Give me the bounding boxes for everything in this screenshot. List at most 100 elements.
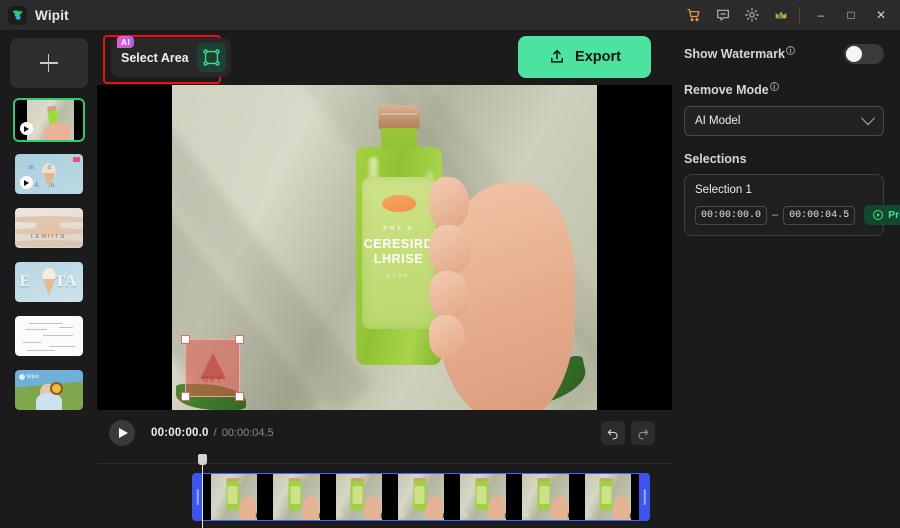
thumbnail-6-watermark: Wipit bbox=[18, 374, 39, 380]
remove-mode-label: Remove Mode bbox=[684, 83, 769, 97]
timeline-frame[interactable]: 01 bbox=[203, 474, 266, 520]
timeline-frame[interactable]: 03 bbox=[327, 474, 390, 520]
remove-mode-info-icon[interactable]: i bbox=[769, 82, 779, 91]
export-label: Export bbox=[575, 49, 621, 65]
label-small-bottom: youe bbox=[386, 272, 411, 279]
title-bar: Wipit – □ ✕ bbox=[0, 0, 900, 30]
video-letterbox: PHY S CERESIRD LHRISE youe OXY bbox=[97, 85, 672, 410]
vip-avatar-icon[interactable] bbox=[773, 7, 789, 23]
timeline-frame[interactable]: 02 bbox=[265, 474, 328, 520]
export-button[interactable]: Export bbox=[518, 36, 651, 78]
minimize-button[interactable]: – bbox=[806, 1, 836, 29]
remove-mode-label-group: Remove Mode i bbox=[684, 82, 884, 97]
label-small-top: PHY S bbox=[383, 224, 414, 232]
timeline-frames[interactable]: 01 02 03 04 05 06 07 bbox=[203, 473, 639, 521]
app-body: m d 4. n LEMIITN E TA Wipit AI Select Ar… bbox=[0, 30, 900, 528]
undo-button[interactable] bbox=[601, 420, 625, 445]
feedback-icon[interactable] bbox=[715, 7, 731, 23]
show-watermark-row: Show Watermark i bbox=[684, 44, 884, 64]
timeline-ruler[interactable] bbox=[97, 455, 672, 464]
selection-handle-top-right[interactable] bbox=[235, 335, 244, 344]
total-time: 00:00:04.5 bbox=[221, 426, 274, 439]
watermark-text: OXY bbox=[202, 374, 223, 384]
label-line-2: LHRISE bbox=[373, 251, 424, 266]
add-media-button[interactable] bbox=[9, 38, 88, 88]
selection-card[interactable]: Selection 1 00:00:00.0 – 00:00:04.5 Prev… bbox=[684, 174, 900, 236]
show-watermark-toggle[interactable] bbox=[844, 44, 884, 64]
timeline-track[interactable]: 01 02 03 04 05 06 07 bbox=[192, 473, 650, 521]
time-range-dash: – bbox=[772, 209, 779, 221]
thumbnail-3-art: LEMIITN bbox=[14, 208, 83, 248]
toggle-knob bbox=[846, 46, 862, 62]
timeline-playhead[interactable] bbox=[198, 454, 207, 528]
export-upload-icon bbox=[551, 49, 564, 63]
thumbnail-4[interactable]: E TA bbox=[13, 260, 85, 304]
thumbnail-6-art: Wipit bbox=[14, 370, 83, 410]
app-title: Wipit bbox=[35, 7, 69, 23]
select-area-button[interactable]: AI Select Area bbox=[111, 35, 231, 77]
show-watermark-label: Show Watermark bbox=[684, 47, 785, 61]
preview-button[interactable]: Preview bbox=[864, 205, 900, 225]
timeline-frame[interactable]: 07 bbox=[576, 474, 639, 520]
thumbnail-4-caption-right: TA bbox=[54, 273, 78, 290]
selection-handle-top-left[interactable] bbox=[181, 335, 190, 344]
thumbnail-1[interactable] bbox=[12, 98, 85, 142]
window-controls: – □ ✕ bbox=[806, 1, 896, 29]
select-area-label: AI Select Area bbox=[117, 35, 189, 65]
selection-handle-bottom-right[interactable] bbox=[235, 392, 244, 401]
select-area-frame-icon[interactable] bbox=[196, 43, 226, 72]
editor-center: AI Select Area Export PHY S CERESIRD LHR… bbox=[97, 30, 672, 528]
video-stage[interactable]: PHY S CERESIRD LHRISE youe OXY bbox=[97, 85, 672, 410]
thumbnail-5-art bbox=[14, 316, 83, 356]
play-button[interactable] bbox=[109, 419, 135, 446]
video-frame: PHY S CERESIRD LHRISE youe OXY bbox=[172, 85, 597, 410]
editor-toolbar: AI Select Area Export bbox=[97, 30, 672, 85]
selection-time-range: 00:00:00.0 – 00:00:04.5 Preview bbox=[695, 205, 900, 225]
thumbnail-3[interactable]: LEMIITN bbox=[13, 206, 85, 250]
thumbnail-play-icon bbox=[19, 176, 33, 189]
cart-icon[interactable] bbox=[686, 7, 702, 23]
wipit-logo-icon bbox=[8, 5, 27, 25]
thumbnail-6[interactable]: Wipit bbox=[13, 368, 85, 412]
watermark-selection-box[interactable]: OXY bbox=[181, 335, 244, 401]
timeline-frame[interactable]: 06 bbox=[514, 474, 577, 520]
selection-handle-bottom-left[interactable] bbox=[181, 392, 190, 401]
label-leaf-icon bbox=[381, 194, 416, 212]
selection-start-input[interactable]: 00:00:00.0 bbox=[695, 205, 768, 225]
show-watermark-info-icon[interactable]: i bbox=[785, 46, 795, 55]
thumbnail-4-caption-left: E bbox=[19, 273, 32, 290]
watermark-logo: OXY bbox=[186, 340, 239, 396]
redo-button[interactable] bbox=[631, 420, 655, 445]
thumbnail-list: m d 4. n LEMIITN E TA Wipit bbox=[12, 98, 85, 412]
select-area-text: Select Area bbox=[121, 50, 189, 65]
titlebar-icon-group bbox=[686, 7, 797, 23]
app-logo-group: Wipit bbox=[8, 5, 69, 25]
thumbnail-play-icon bbox=[19, 122, 33, 135]
thumbnail-5[interactable] bbox=[13, 314, 85, 358]
bottle-label: PHY S CERESIRD LHRISE youe bbox=[361, 176, 436, 329]
timeline-frame[interactable]: 05 bbox=[452, 474, 515, 520]
show-watermark-label-group: Show Watermark i bbox=[684, 46, 795, 61]
thumbnail-2-badge bbox=[72, 157, 80, 162]
remove-mode-select[interactable]: AI Model bbox=[684, 106, 884, 136]
timeline-frame[interactable]: 04 bbox=[389, 474, 453, 520]
remove-mode-value: AI Model bbox=[695, 115, 741, 127]
maximize-button[interactable]: □ bbox=[836, 1, 866, 29]
timeline[interactable]: 01 02 03 04 05 06 07 bbox=[97, 454, 672, 528]
close-button[interactable]: ✕ bbox=[866, 1, 896, 29]
wipit-app-window: Wipit – □ ✕ m d 4. n LEMIITN E TA Wipit … bbox=[0, 0, 900, 528]
ai-badge: AI bbox=[117, 35, 135, 48]
gear-icon[interactable] bbox=[744, 7, 760, 23]
media-sidebar: m d 4. n LEMIITN E TA Wipit bbox=[0, 30, 97, 528]
bottle-cap bbox=[378, 104, 419, 130]
properties-panel: Show Watermark i Remove Mode i AI Model … bbox=[672, 30, 900, 528]
preview-circle-icon bbox=[873, 210, 884, 220]
selection-end-input[interactable]: 00:00:04.5 bbox=[783, 205, 856, 225]
trim-handle-right[interactable] bbox=[639, 473, 650, 521]
chevron-down-icon bbox=[860, 111, 876, 126]
thumbnail-2[interactable]: m d 4. n bbox=[13, 152, 85, 196]
selection-title: Selection 1 bbox=[695, 184, 752, 196]
history-buttons bbox=[601, 420, 655, 445]
time-display: 00:00:00.0 / 00:00:04.5 bbox=[151, 427, 274, 439]
label-line-1: CERESIRD bbox=[363, 236, 434, 251]
